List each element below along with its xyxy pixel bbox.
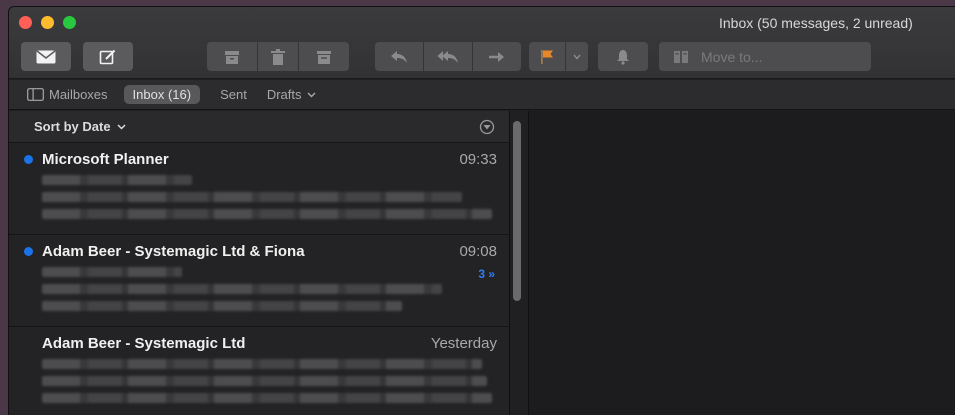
envelope-icon bbox=[36, 49, 56, 63]
window-controls bbox=[19, 16, 76, 29]
flag-icon bbox=[541, 49, 553, 64]
archive-delete-group bbox=[207, 42, 349, 71]
minimize-window-button[interactable] bbox=[41, 16, 54, 29]
favorite-drafts[interactable]: Drafts bbox=[267, 87, 316, 102]
favorite-sent[interactable]: Sent bbox=[220, 87, 247, 102]
window-title: Inbox (50 messages, 2 unread) bbox=[719, 15, 913, 31]
move-to-placeholder: Move to... bbox=[701, 48, 763, 65]
flag-button[interactable] bbox=[529, 42, 565, 71]
sort-bar: Sort by Date bbox=[9, 111, 509, 143]
blurred-subject bbox=[42, 267, 182, 277]
forward-arrow-icon bbox=[489, 51, 504, 62]
message-list: Sort by Date Microsoft Planner 09:33 Ada… bbox=[9, 111, 510, 415]
mail-window: Inbox (50 messages, 2 unread) Move to...… bbox=[8, 6, 955, 415]
message-row[interactable]: Microsoft Planner 09:33 bbox=[9, 143, 509, 235]
favorite-inbox[interactable]: Inbox (16) bbox=[123, 85, 201, 104]
list-scrollbar-area bbox=[510, 111, 529, 415]
message-sender: Adam Beer - Systemagic Ltd & Fiona bbox=[42, 243, 305, 260]
thread-count-badge[interactable]: 3 » bbox=[478, 267, 495, 281]
unread-dot bbox=[24, 247, 33, 256]
blurred-preview bbox=[42, 284, 442, 294]
chevron-down-icon bbox=[573, 54, 581, 60]
reply-icon bbox=[391, 50, 407, 63]
message-time: 09:08 bbox=[459, 243, 497, 260]
mute-button[interactable] bbox=[598, 42, 648, 71]
message-sender: Microsoft Planner bbox=[42, 151, 169, 168]
sent-label: Sent bbox=[220, 87, 247, 102]
get-mail-button[interactable] bbox=[21, 42, 71, 71]
blurred-subject bbox=[42, 359, 482, 369]
bell-icon bbox=[617, 49, 629, 65]
mailboxes-toggle[interactable]: Mailboxes bbox=[27, 87, 108, 102]
compose-button[interactable] bbox=[83, 42, 133, 71]
blurred-preview bbox=[42, 393, 492, 403]
toolbar: Inbox (50 messages, 2 unread) Move to... bbox=[9, 7, 955, 79]
drafts-label: Drafts bbox=[266, 87, 302, 102]
reply-all-icon bbox=[437, 50, 458, 63]
mailbox-icon bbox=[674, 50, 688, 63]
archive-button[interactable] bbox=[207, 42, 257, 71]
blurred-preview bbox=[42, 301, 402, 311]
move-to-field[interactable]: Move to... bbox=[659, 42, 871, 71]
sort-label: Sort by Date bbox=[34, 119, 111, 134]
reply-all-button[interactable] bbox=[424, 42, 472, 71]
favorites-bar: Mailboxes Inbox (16) Sent Drafts bbox=[9, 80, 955, 110]
flag-menu-button[interactable] bbox=[566, 42, 588, 71]
flag-group bbox=[529, 42, 588, 71]
inbox-label: Inbox (16) bbox=[132, 87, 192, 102]
filter-icon[interactable] bbox=[479, 119, 495, 135]
archive-icon bbox=[225, 50, 239, 64]
message-row[interactable]: Adam Beer - Systemagic Ltd Yesterday bbox=[9, 327, 509, 415]
scrollbar-thumb[interactable] bbox=[513, 121, 521, 301]
blurred-subject bbox=[42, 175, 192, 185]
close-window-button[interactable] bbox=[19, 16, 32, 29]
message-preview-pane bbox=[529, 111, 955, 415]
message-row[interactable]: Adam Beer - Systemagic Ltd & Fiona 09:08… bbox=[9, 235, 509, 327]
message-sender: Adam Beer - Systemagic Ltd bbox=[42, 335, 246, 352]
trash-icon bbox=[271, 48, 285, 65]
sidebar-icon bbox=[27, 88, 44, 101]
blurred-preview bbox=[42, 192, 462, 202]
chevron-down-icon bbox=[117, 123, 126, 130]
chevron-down-icon bbox=[307, 92, 315, 97]
reply-button[interactable] bbox=[375, 42, 423, 71]
compose-icon bbox=[99, 49, 116, 64]
mailboxes-label: Mailboxes bbox=[49, 87, 108, 102]
forward-button[interactable] bbox=[473, 42, 521, 71]
reply-group bbox=[375, 42, 521, 71]
blurred-preview bbox=[42, 209, 492, 219]
zoom-window-button[interactable] bbox=[63, 16, 76, 29]
junk-icon bbox=[317, 50, 331, 64]
blurred-preview bbox=[42, 376, 487, 386]
sort-by-date-menu[interactable]: Sort by Date bbox=[34, 119, 126, 134]
delete-button[interactable] bbox=[258, 42, 298, 71]
unread-dot bbox=[24, 155, 33, 164]
junk-button[interactable] bbox=[299, 42, 349, 71]
message-time: Yesterday bbox=[430, 335, 497, 352]
message-time: 09:33 bbox=[459, 151, 497, 168]
